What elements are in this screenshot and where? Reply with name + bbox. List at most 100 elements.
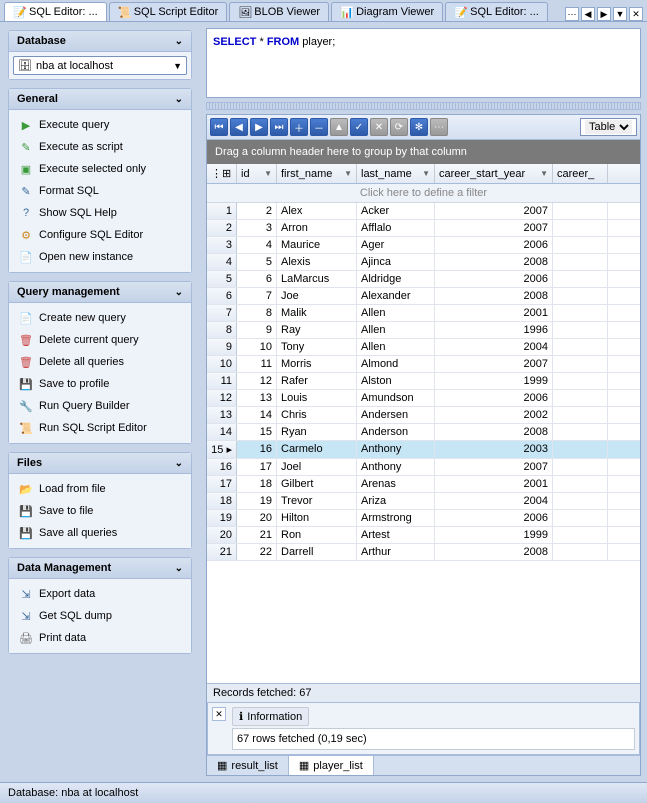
- row-number[interactable]: 6: [207, 288, 237, 304]
- cell-first-name[interactable]: Chris: [277, 407, 357, 423]
- chevron-down-icon[interactable]: ▼: [422, 169, 430, 178]
- col-first-name[interactable]: first_name▼: [277, 164, 357, 183]
- cell-last-name[interactable]: Acker: [357, 203, 435, 219]
- last-button[interactable]: ⏭: [270, 118, 288, 136]
- tab-player-list[interactable]: ▦player_list: [289, 756, 374, 775]
- cell-id[interactable]: 12: [237, 373, 277, 389]
- cell-year[interactable]: 2002: [435, 407, 553, 423]
- cell-year[interactable]: 1999: [435, 527, 553, 543]
- menu-item[interactable]: 📜Run SQL Script Editor: [13, 417, 187, 439]
- cell-year[interactable]: 2008: [435, 288, 553, 304]
- menu-item[interactable]: 📄Create new query: [13, 307, 187, 329]
- table-row[interactable]: 1112RaferAlston1999: [207, 373, 640, 390]
- row-number[interactable]: 11: [207, 373, 237, 389]
- cell-id[interactable]: 2: [237, 203, 277, 219]
- table-row[interactable]: 67JoeAlexander2008: [207, 288, 640, 305]
- menu-item[interactable]: ✎Format SQL: [13, 180, 187, 202]
- table-row[interactable]: 15 ▸16CarmeloAnthony2003: [207, 441, 640, 459]
- tab-nav-button[interactable]: ◀: [581, 7, 595, 21]
- col-career-start[interactable]: career_start_year▼: [435, 164, 553, 183]
- row-number[interactable]: 4: [207, 254, 237, 270]
- chevron-down-icon[interactable]: ▼: [344, 169, 352, 178]
- row-number[interactable]: 8: [207, 322, 237, 338]
- cell-end[interactable]: [553, 237, 608, 253]
- next-button[interactable]: ▶: [250, 118, 268, 136]
- cell-last-name[interactable]: Amundson: [357, 390, 435, 406]
- menu-item[interactable]: 🗑Delete all queries: [13, 351, 187, 373]
- row-number[interactable]: 21: [207, 544, 237, 560]
- cell-first-name[interactable]: Darrell: [277, 544, 357, 560]
- editor-tab[interactable]: 📊Diagram Viewer: [331, 2, 443, 21]
- cell-first-name[interactable]: Louis: [277, 390, 357, 406]
- cell-year[interactable]: 2008: [435, 254, 553, 270]
- cell-year[interactable]: 2007: [435, 220, 553, 236]
- cell-year[interactable]: 2004: [435, 339, 553, 355]
- cell-year[interactable]: 2006: [435, 237, 553, 253]
- cell-end[interactable]: [553, 441, 608, 458]
- cell-first-name[interactable]: Gilbert: [277, 476, 357, 492]
- cell-first-name[interactable]: Arron: [277, 220, 357, 236]
- menu-item[interactable]: ⇲Get SQL dump: [13, 605, 187, 627]
- table-row[interactable]: 1819TrevorAriza2004: [207, 493, 640, 510]
- cell-id[interactable]: 6: [237, 271, 277, 287]
- chevron-down-icon[interactable]: ▼: [264, 169, 272, 178]
- cell-end[interactable]: [553, 356, 608, 372]
- cell-id[interactable]: 17: [237, 459, 277, 475]
- cell-end[interactable]: [553, 220, 608, 236]
- editor-tab[interactable]: 📝SQL Editor: ...: [4, 2, 107, 21]
- row-number[interactable]: 3: [207, 237, 237, 253]
- cell-first-name[interactable]: Morris: [277, 356, 357, 372]
- menu-item[interactable]: 🖨Print data: [13, 627, 187, 649]
- cell-year[interactable]: 2006: [435, 271, 553, 287]
- col-id[interactable]: id▼: [237, 164, 277, 183]
- table-row[interactable]: 1415RyanAnderson2008: [207, 424, 640, 441]
- table-row[interactable]: 23ArronAfflalo2007: [207, 220, 640, 237]
- cell-id[interactable]: 22: [237, 544, 277, 560]
- cell-end[interactable]: [553, 493, 608, 509]
- table-row[interactable]: 1314ChrisAndersen2002: [207, 407, 640, 424]
- cell-year[interactable]: 1999: [435, 373, 553, 389]
- confirm-button[interactable]: ✓: [350, 118, 368, 136]
- table-row[interactable]: 1617JoelAnthony2007: [207, 459, 640, 476]
- cell-id[interactable]: 5: [237, 254, 277, 270]
- cell-id[interactable]: 14: [237, 407, 277, 423]
- cell-id[interactable]: 9: [237, 322, 277, 338]
- cell-last-name[interactable]: Ariza: [357, 493, 435, 509]
- cell-id[interactable]: 20: [237, 510, 277, 526]
- menu-item[interactable]: 📂Load from file: [13, 478, 187, 500]
- menu-item[interactable]: ▶Execute query: [13, 114, 187, 136]
- cell-first-name[interactable]: Maurice: [277, 237, 357, 253]
- row-number[interactable]: 14: [207, 424, 237, 440]
- cell-id[interactable]: 18: [237, 476, 277, 492]
- cell-last-name[interactable]: Allen: [357, 322, 435, 338]
- cell-year[interactable]: 2007: [435, 203, 553, 219]
- menu-item[interactable]: 💾Save to file: [13, 500, 187, 522]
- cell-end[interactable]: [553, 339, 608, 355]
- table-row[interactable]: 56LaMarcusAldridge2006: [207, 271, 640, 288]
- cell-year[interactable]: 2004: [435, 493, 553, 509]
- cell-end[interactable]: [553, 424, 608, 440]
- cell-last-name[interactable]: Anderson: [357, 424, 435, 440]
- cell-id[interactable]: 10: [237, 339, 277, 355]
- tab-result-list[interactable]: ▦result_list: [207, 756, 289, 775]
- cell-first-name[interactable]: Malik: [277, 305, 357, 321]
- cell-end[interactable]: [553, 288, 608, 304]
- cell-first-name[interactable]: Joe: [277, 288, 357, 304]
- row-number[interactable]: 13: [207, 407, 237, 423]
- tab-nav-button[interactable]: ⋯: [565, 7, 579, 21]
- row-number[interactable]: 16: [207, 459, 237, 475]
- splitter[interactable]: [206, 102, 641, 110]
- cell-end[interactable]: [553, 373, 608, 389]
- cell-first-name[interactable]: Alex: [277, 203, 357, 219]
- row-number[interactable]: 2: [207, 220, 237, 236]
- cell-end[interactable]: [553, 390, 608, 406]
- table-row[interactable]: 89RayAllen1996: [207, 322, 640, 339]
- cell-id[interactable]: 11: [237, 356, 277, 372]
- cell-last-name[interactable]: Alexander: [357, 288, 435, 304]
- cell-first-name[interactable]: Hilton: [277, 510, 357, 526]
- cell-first-name[interactable]: Trevor: [277, 493, 357, 509]
- table-row[interactable]: 2122DarrellArthur2008: [207, 544, 640, 561]
- row-number[interactable]: 20: [207, 527, 237, 543]
- cell-end[interactable]: [553, 544, 608, 560]
- table-row[interactable]: 1213LouisAmundson2006: [207, 390, 640, 407]
